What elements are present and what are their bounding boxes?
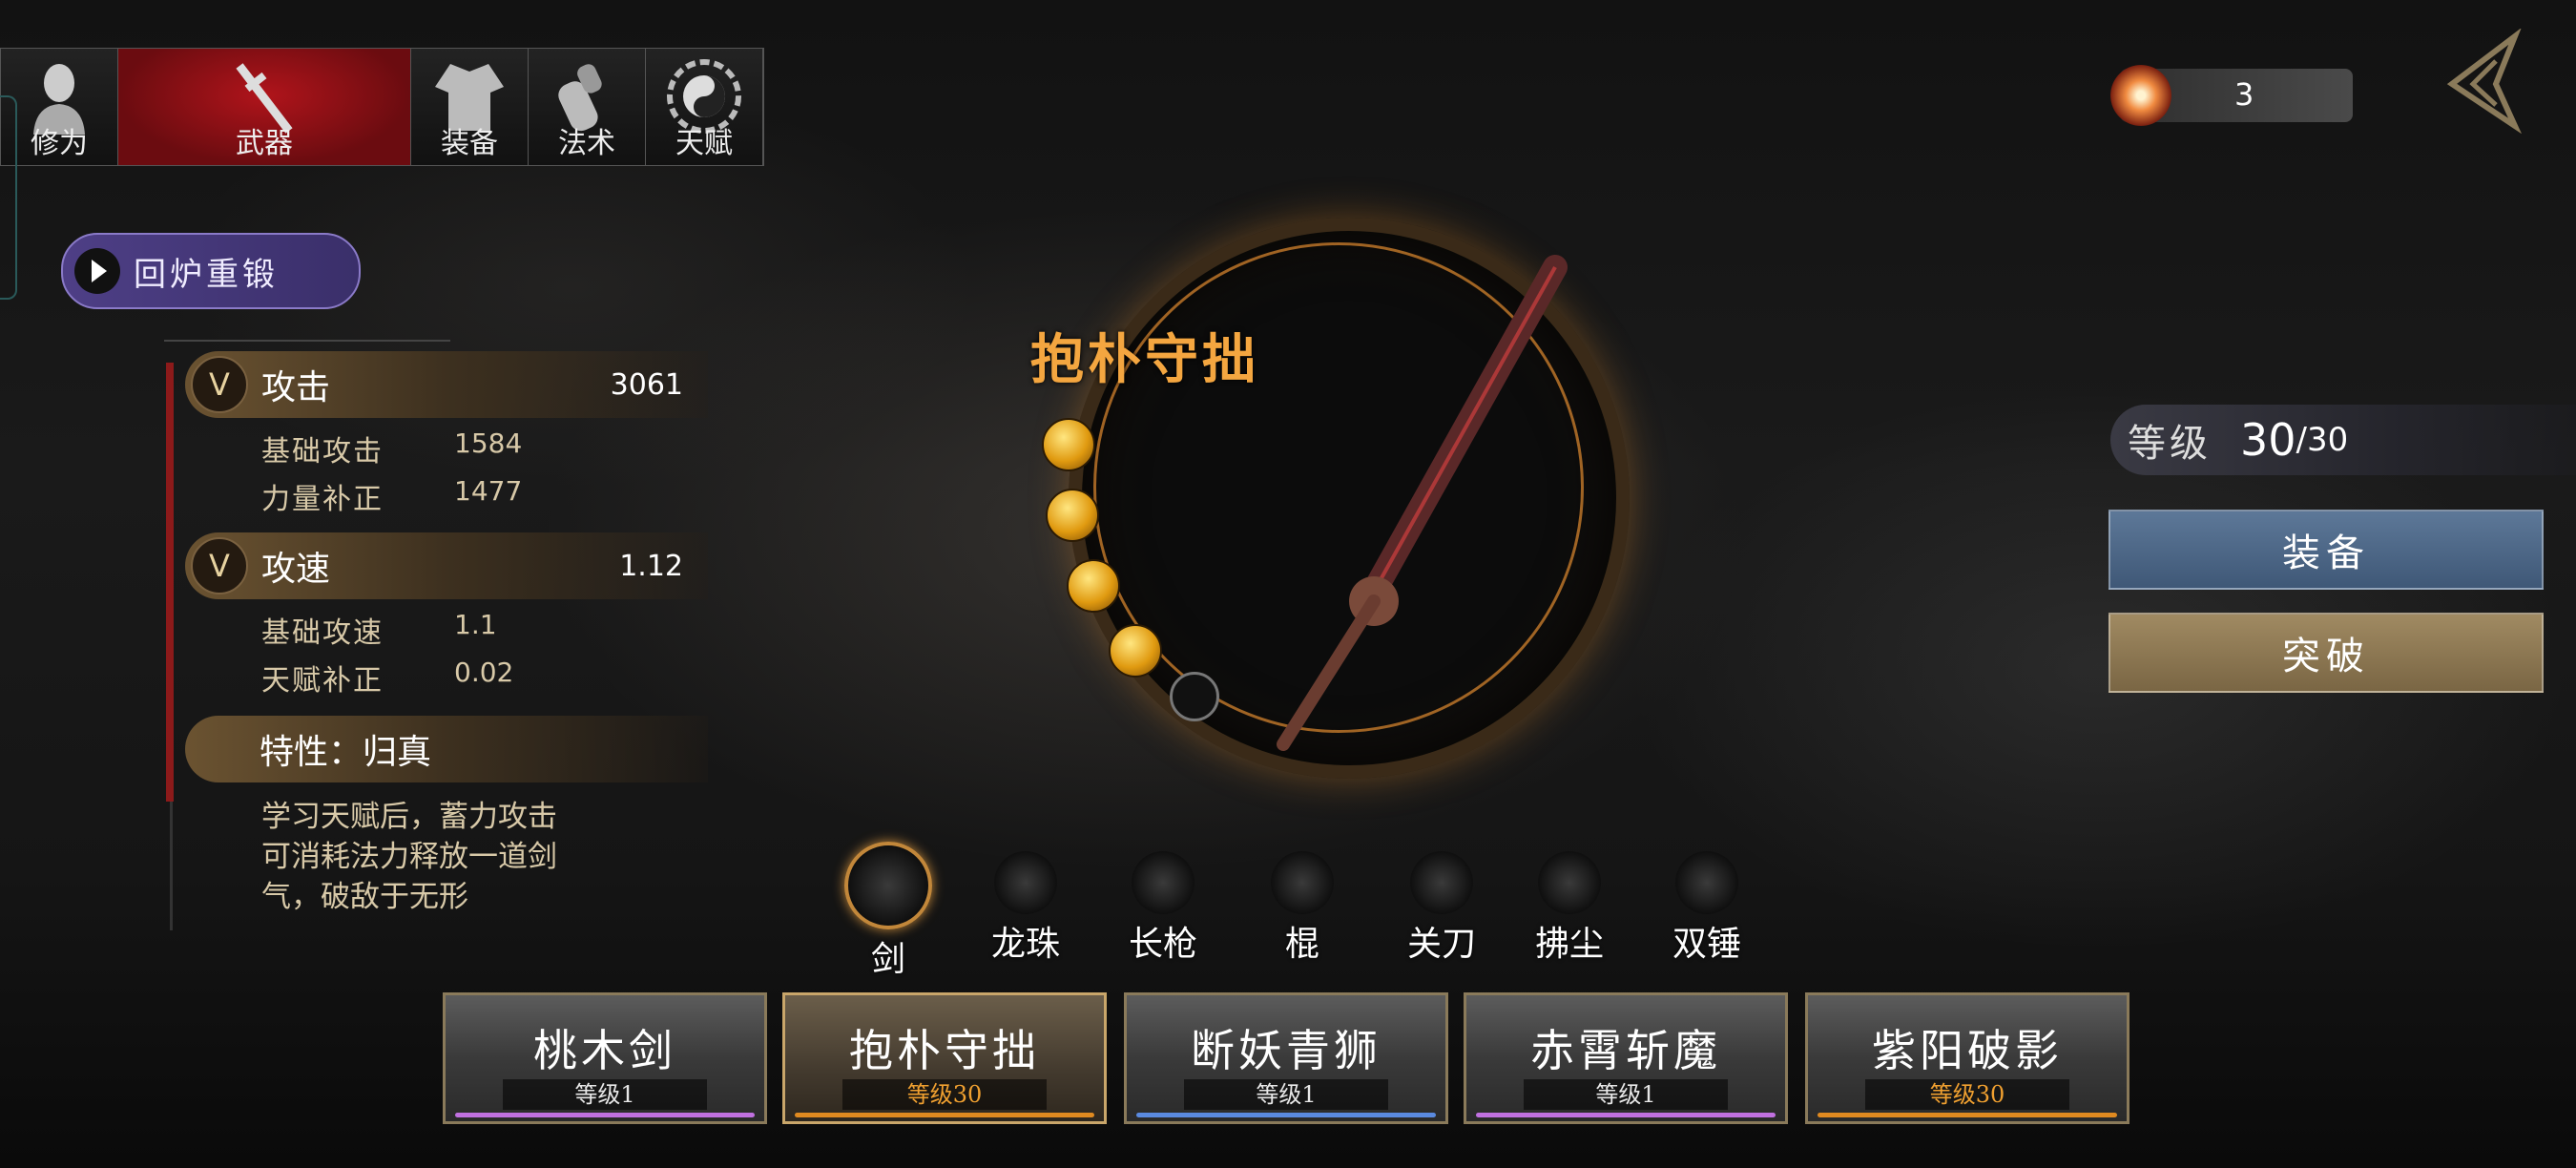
weapon-card-name: 赤霄斩魔 [1530,1025,1721,1076]
attack-header[interactable]: V 攻击 3061 [185,351,708,418]
stat-row-key: 基础攻击 [261,435,384,469]
divider [164,340,450,342]
weapon-type-label: 长枪 [1128,925,1197,964]
attack-speed-header[interactable]: V 攻速 1.12 [185,532,708,599]
stat-value: 3061 [610,367,683,402]
weapon-card-level: 等级1 [1184,1079,1388,1110]
rarity-bar [1136,1113,1436,1117]
top-tab-bar: 修为 武器 装备 法术 天赋 [0,48,764,166]
breakthrough-button[interactable]: 突破 [2109,613,2544,693]
stat-row: 基础攻速 1.1 [261,609,497,651]
whisk-icon [1538,851,1601,914]
tab-label: 修为 [31,127,88,160]
dragon-icon [994,851,1057,914]
level-display: 等级 30 /30 [2110,405,2576,475]
tab-talent[interactable]: 天赋 [646,49,763,165]
weapon-type-label: 龙珠 [990,925,1060,964]
chevron-down-icon: V [191,537,248,594]
spear-icon [1132,851,1195,914]
tab-spells[interactable]: 法术 [529,49,646,165]
stat-row-key: 力量补正 [261,483,384,516]
reforge-label: 回炉重锻 [134,255,279,294]
reforge-button[interactable]: 回炉重锻 [61,233,361,309]
stat-row-value: 0.02 [454,657,514,688]
weapon-card-level: 等级30 [1865,1079,2069,1110]
weapon-card-name: 断妖青狮 [1191,1025,1381,1076]
weapon-card-name: 抱朴守拙 [849,1025,1040,1076]
stat-row-value: 1584 [454,428,523,459]
weapon-type-label: 关刀 [1406,925,1476,964]
level-value: 30 [2240,414,2296,466]
upgrade-orb [1109,624,1162,678]
trait-header[interactable]: 特性：归真 [185,716,708,782]
weapon-type-label: 剑 [870,940,905,979]
weapon-card-name: 紫阳破影 [1872,1025,2063,1076]
stat-label: 攻速 [261,550,331,589]
stat-row-value: 1.1 [454,609,497,640]
stat-row-value: 1477 [454,475,523,507]
chevron-down-icon: V [191,356,248,413]
weapon-type-guandao[interactable]: 关刀 [1389,851,1494,964]
weapon-card-level: 等级1 [503,1079,707,1110]
equip-button[interactable]: 装备 [2109,510,2544,590]
level-max: /30 [2296,421,2349,459]
stat-label: 攻击 [261,368,331,407]
stat-row: 天赋补正 0.02 [261,657,513,699]
weapon-name: 抱朴守拙 [1030,328,1259,391]
upgrade-orb [1042,418,1095,471]
weapon-card[interactable]: 紫阳破影 等级30 [1805,992,2129,1124]
scroll-track [170,802,173,930]
stat-row-key: 基础攻速 [261,616,384,650]
trait-description: 学习天赋后，蓄力攻击可消耗法力释放一道剑气，破敌于无形 [261,800,557,914]
tab-label: 天赋 [675,127,733,160]
tab-equipment[interactable]: 装备 [411,49,529,165]
rarity-bar [1476,1113,1776,1117]
weapon-type-sword[interactable]: 剑 [836,842,941,979]
sword-icon [844,842,932,929]
weapon-type-label: 棍 [1284,925,1319,964]
rarity-bar [455,1113,755,1117]
stat-row-key: 天赋补正 [261,664,384,698]
level-label: 等级 [2128,422,2212,466]
weapon-card-name: 桃木剑 [533,1025,676,1076]
side-edge-marker [0,95,17,300]
weapon-sword-image [1277,255,1568,751]
staff-icon [1271,851,1334,914]
weapon-type-hammers[interactable]: 双锤 [1654,851,1759,964]
stat-row: 基础攻击 1584 [261,428,522,469]
tab-weapon[interactable]: 武器 [118,49,411,165]
trait-label: 特性：归真 [260,733,432,772]
weapon-type-whisk[interactable]: 拂尘 [1517,851,1622,964]
stat-row: 力量补正 1477 [261,475,522,517]
tab-cultivation[interactable]: 修为 [1,49,118,165]
spirit-orb-icon [2110,65,2171,126]
weapon-type-spear[interactable]: 长枪 [1111,851,1215,964]
weapon-type-staff[interactable]: 棍 [1250,851,1355,964]
weapon-card-level: 等级30 [842,1079,1047,1110]
weapon-card[interactable]: 赤霄斩魔 等级1 [1464,992,1788,1124]
scroll-indicator [166,363,174,802]
weapon-type-label: 双锤 [1672,925,1741,964]
rarity-bar [1818,1113,2117,1117]
weapon-type-label: 拂尘 [1534,925,1604,964]
tab-label: 武器 [236,127,293,160]
upgrade-orb [1046,489,1099,542]
guandao-icon [1410,851,1473,914]
weapon-card-selected[interactable]: 抱朴守拙 等级30 [782,992,1107,1124]
upgrade-orb-empty [1170,672,1219,721]
currency-value: 3 [2234,76,2254,113]
stat-value: 1.12 [619,549,683,583]
weapon-type-dragon-orb[interactable]: 龙珠 [973,851,1078,964]
upgrade-orb [1067,559,1120,613]
tab-label: 法术 [558,127,615,160]
rarity-bar [795,1113,1094,1117]
hammer-icon [1675,851,1738,914]
tab-label: 装备 [441,127,498,160]
weapon-card[interactable]: 断妖青狮 等级1 [1124,992,1448,1124]
play-icon [74,248,120,294]
back-icon[interactable] [2439,29,2524,134]
weapon-card[interactable]: 桃木剑 等级1 [443,992,767,1124]
weapon-card-level: 等级1 [1524,1079,1728,1110]
